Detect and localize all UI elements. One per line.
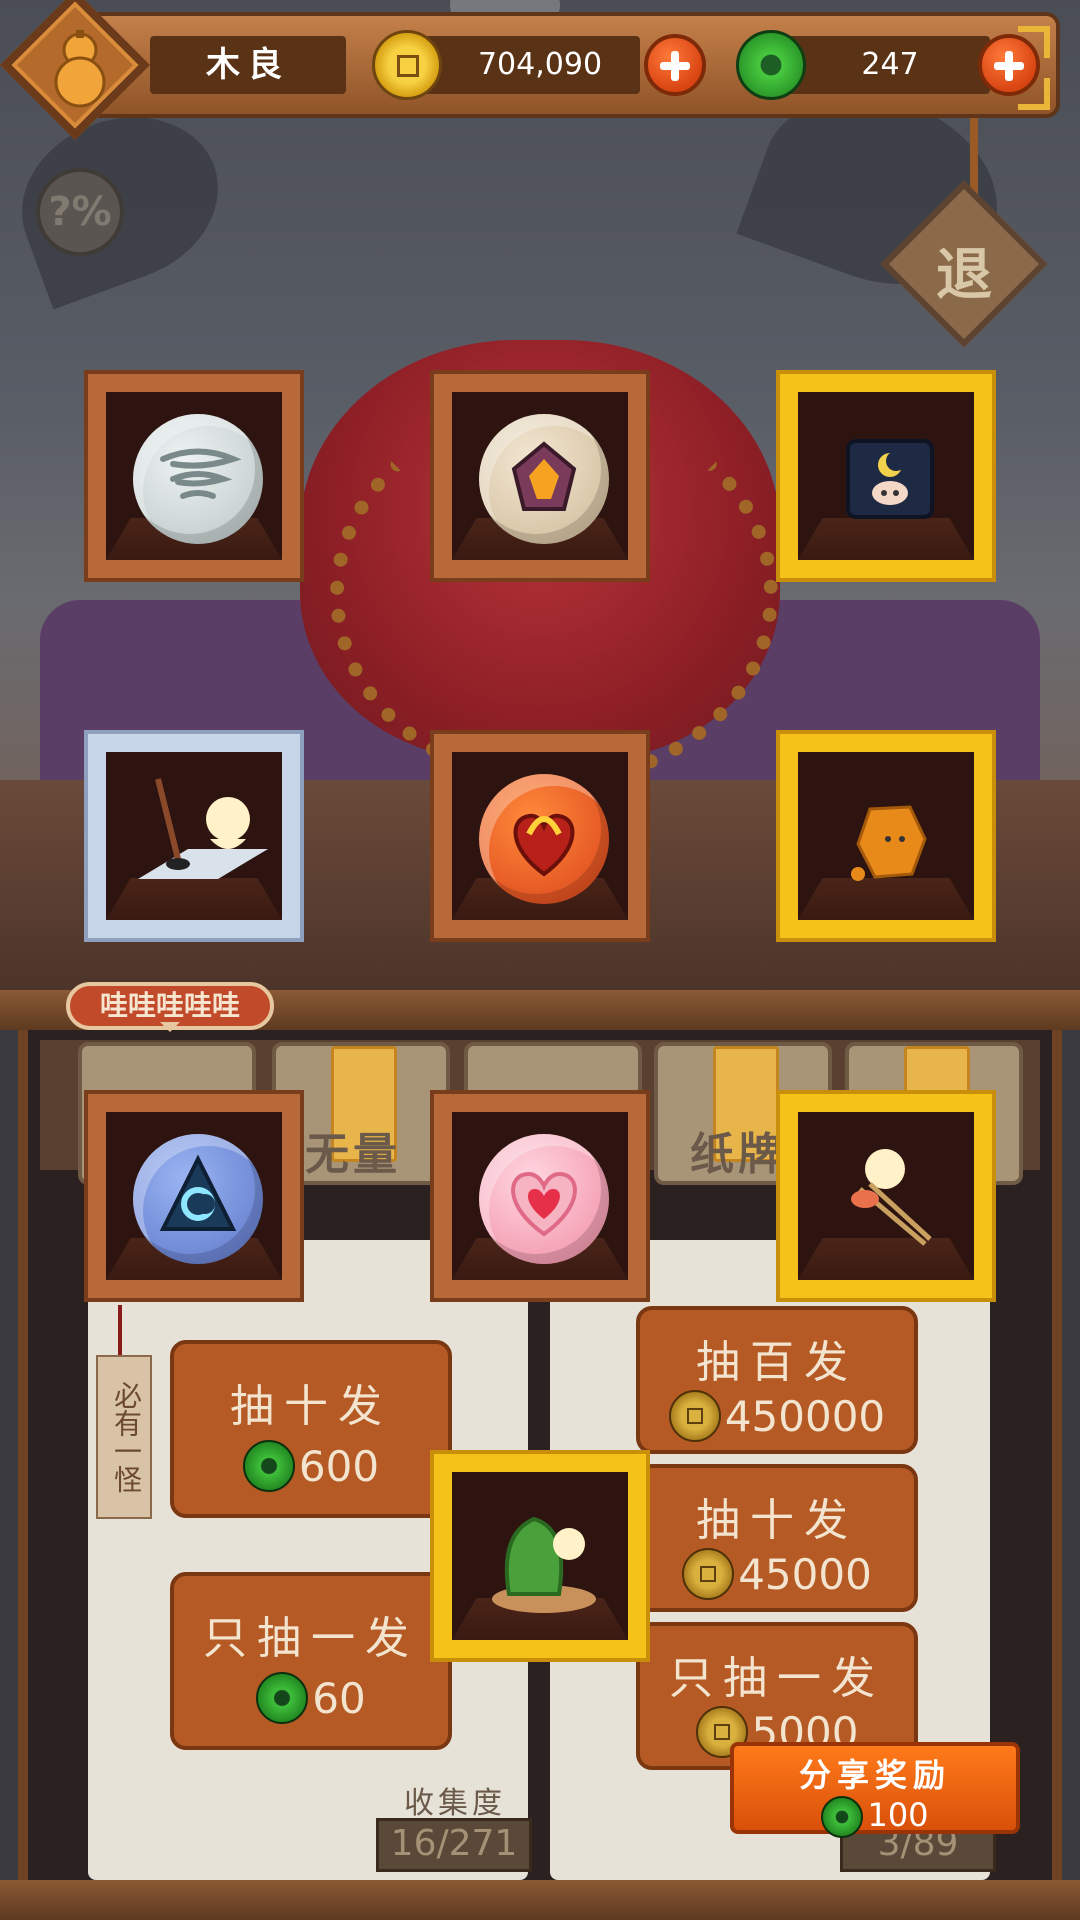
- gold-draw-ten-label: 抽十发: [696, 1495, 858, 1546]
- reward-card[interactable]: [430, 730, 650, 942]
- reward-card[interactable]: [430, 1450, 650, 1662]
- reward-card[interactable]: [84, 730, 304, 942]
- share-reward-button[interactable]: 分享奖励 100: [730, 1742, 1020, 1838]
- reward-card[interactable]: [430, 1090, 650, 1302]
- share-reward-label: 分享奖励: [798, 1756, 951, 1794]
- rock-sprite-icon: [851, 805, 927, 881]
- jade-coin-icon: [242, 1440, 295, 1492]
- reward-card[interactable]: [84, 370, 304, 582]
- gold-draw-hundred-label: 抽百发: [696, 1337, 858, 1388]
- reward-card[interactable]: [430, 370, 650, 582]
- jade-coin-icon: [821, 1796, 864, 1838]
- copper-coin-icon: [372, 30, 442, 100]
- exit-button[interactable]: 退: [905, 230, 1023, 311]
- copper-coin-icon: [682, 1548, 735, 1600]
- jade-coin-icon: [256, 1672, 309, 1724]
- share-reward-amount: 100: [867, 1796, 929, 1834]
- gold-draw-ten-price: 45000: [738, 1549, 872, 1599]
- bottom-frame: [0, 1880, 1080, 1920]
- shelf-label: 纸牌: [690, 1129, 786, 1180]
- chopstick-spirit-icon: [851, 1149, 932, 1246]
- gourd-icon: [54, 30, 106, 108]
- player-name: 木良: [150, 36, 346, 94]
- gold-amount: 704,090: [477, 47, 603, 82]
- jade-coin-icon: [736, 30, 806, 100]
- copper-coin-icon: [668, 1390, 721, 1442]
- reward-card[interactable]: [776, 730, 996, 942]
- jade-amount: 247: [861, 47, 919, 82]
- jade-draw-ten-price: 600: [298, 1441, 380, 1491]
- jade-draw-one-button[interactable]: 只抽一发 60: [170, 1572, 452, 1750]
- tornado-orb-icon: [133, 414, 263, 544]
- flame-heart-orb-icon: [479, 774, 609, 904]
- tag-string: [118, 1305, 122, 1360]
- jade-draw-one-price: 60: [312, 1673, 366, 1723]
- collection-label: 收集度: [404, 1786, 506, 1821]
- gold-draw-hundred-price: 450000: [724, 1391, 886, 1441]
- guarantee-tag: 必有一怪: [96, 1355, 152, 1519]
- zongzi-spirit-icon: [492, 1516, 596, 1613]
- reward-card[interactable]: [776, 1090, 996, 1302]
- moon-scroll-icon: [846, 439, 934, 519]
- moon-rune-orb-icon: [133, 1134, 263, 1264]
- add-gold-button[interactable]: [644, 34, 706, 96]
- jade-draw-ten-button[interactable]: 抽十发 600: [170, 1340, 452, 1518]
- ink-brush-spirit-icon: [138, 778, 268, 879]
- jade-draw-one-label: 只抽一发: [203, 1613, 419, 1664]
- jade-draw-ten-label: 抽十发: [230, 1381, 392, 1432]
- add-jade-button[interactable]: [978, 34, 1040, 96]
- shelf-label: 无量: [305, 1129, 401, 1180]
- gold-draw-ten-button[interactable]: 抽十发 45000: [636, 1464, 918, 1612]
- speech-bubble: 哇哇哇哇哇: [66, 982, 274, 1032]
- probability-button[interactable]: ?%: [36, 168, 124, 256]
- fire-gem-orb-icon: [479, 414, 609, 544]
- reward-card[interactable]: [776, 370, 996, 582]
- pink-heart-orb-icon: [479, 1134, 609, 1264]
- collection-count-left: 16/271: [376, 1818, 532, 1872]
- gold-draw-one-label: 只抽一发: [669, 1653, 885, 1704]
- gold-draw-hundred-button[interactable]: 抽百发 450000: [636, 1306, 918, 1454]
- reward-card[interactable]: [84, 1090, 304, 1302]
